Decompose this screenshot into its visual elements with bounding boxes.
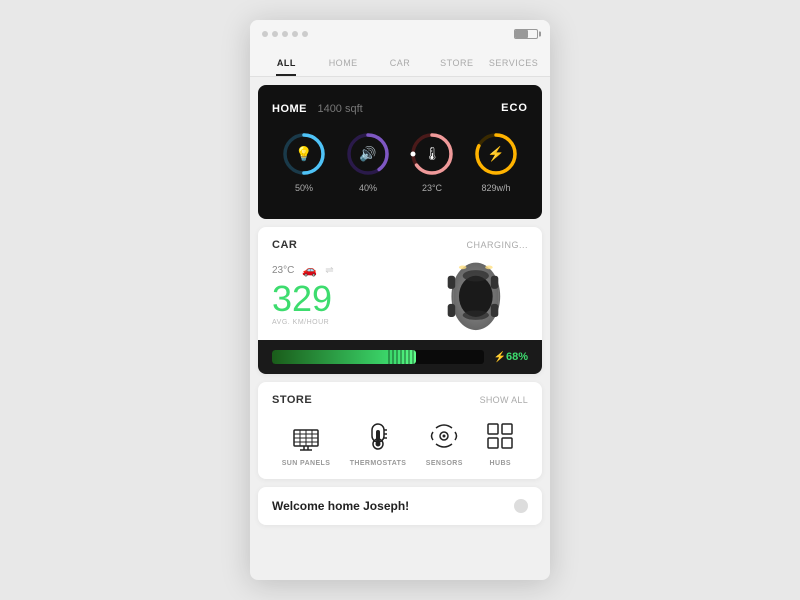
gauge-icon-temp: 🌡	[424, 146, 441, 162]
gauge-circle-sound: 🔊	[345, 131, 391, 177]
gauge-circle-light: 💡	[281, 131, 327, 177]
battery-bar-track	[272, 350, 484, 364]
home-title-row: HOME 1400 sqft	[272, 99, 363, 117]
charging-label: CHARGING...	[466, 240, 528, 250]
gauge-temp[interactable]: 🌡 23°C	[409, 131, 455, 193]
store-item-sensors[interactable]: SENSORS	[426, 418, 463, 467]
car-info-left: 23°C 🚗 ⇌ 329 AVG. KM/HOUR	[272, 263, 334, 326]
tab-car[interactable]: CAR	[372, 48, 429, 76]
car-speed-label: AVG. KM/HOUR	[272, 319, 334, 326]
gauge-value-sound: 40%	[359, 183, 377, 193]
battery-bar-fill	[272, 350, 416, 364]
gauges-row: 💡 50% 🔊 40%	[272, 131, 528, 193]
car-small-icon: 🚗	[302, 263, 317, 277]
battery-icon	[514, 29, 538, 39]
gauge-value-light: 50%	[295, 183, 313, 193]
car-image-area	[418, 257, 528, 332]
sun-panels-label: SUN PANELS	[282, 460, 331, 467]
gauge-icon-energy: ⚡	[487, 146, 504, 163]
status-dot-3	[282, 31, 288, 37]
tab-services[interactable]: SERVICES	[485, 48, 542, 76]
eco-badge: ECO	[501, 102, 528, 114]
store-items-row: SUN PANELS THERMOST	[272, 418, 528, 467]
car-card: CAR CHARGING... 23°C 🚗 ⇌ 329 AVG. KM/HOU…	[258, 227, 542, 374]
sensors-label: SENSORS	[426, 460, 463, 467]
gauge-circle-energy: ⚡	[473, 131, 519, 177]
status-bar	[250, 20, 550, 48]
car-temp-row: 23°C 🚗 ⇌	[272, 263, 334, 277]
status-dot-2	[272, 31, 278, 37]
tab-store[interactable]: STORE	[428, 48, 485, 76]
car-speed-value: 329	[272, 281, 334, 317]
sun-panels-icon	[288, 418, 324, 454]
battery-percent: ⚡68%	[494, 351, 528, 363]
show-all-button[interactable]: SHOW ALL	[480, 395, 528, 405]
home-card-header: HOME 1400 sqft ECO	[272, 99, 528, 117]
store-item-sun-panels[interactable]: SUN PANELS	[282, 418, 331, 467]
gauge-icon-light: 💡	[295, 146, 312, 163]
welcome-bar: Welcome home Joseph!	[258, 487, 542, 525]
car-share-icon: ⇌	[325, 265, 333, 276]
store-label: STORE	[272, 394, 312, 406]
hubs-label: HUBS	[490, 460, 511, 467]
status-dot-1	[262, 31, 268, 37]
gauge-value-temp: 23°C	[422, 183, 442, 193]
store-item-thermostats[interactable]: THERMOSTATS	[350, 418, 407, 467]
car-label: CAR	[272, 239, 297, 251]
gauge-icon-sound: 🔊	[359, 146, 376, 163]
car-temperature: 23°C	[272, 265, 294, 276]
gauge-energy[interactable]: ⚡ 829w/h	[473, 131, 519, 193]
car-card-top: CAR CHARGING... 23°C 🚗 ⇌ 329 AVG. KM/HOU…	[258, 227, 542, 340]
car-info-row: 23°C 🚗 ⇌ 329 AVG. KM/HOUR	[272, 257, 528, 332]
battery-bolt-icon: ⚡	[494, 352, 506, 363]
home-card: HOME 1400 sqft ECO 💡 50%	[258, 85, 542, 219]
gauge-value-energy: 829w/h	[481, 183, 510, 193]
sensors-icon	[426, 418, 462, 454]
phone-frame: ALL HOME CAR STORE SERVICES HOME 1400 sq…	[250, 20, 550, 580]
status-dot-4	[292, 31, 298, 37]
welcome-dot[interactable]	[514, 499, 528, 513]
nav-tabs: ALL HOME CAR STORE SERVICES	[250, 48, 550, 77]
store-header: STORE SHOW ALL	[272, 394, 528, 406]
gauge-light[interactable]: 💡 50%	[281, 131, 327, 193]
car-svg	[418, 257, 528, 332]
gauge-circle-temp: 🌡	[409, 131, 455, 177]
welcome-text: Welcome home Joseph!	[272, 499, 409, 513]
store-card: STORE SHOW ALL	[258, 382, 542, 479]
car-card-header: CAR CHARGING...	[272, 239, 528, 251]
home-title: HOME	[272, 103, 307, 115]
scroll-content: HOME 1400 sqft ECO 💡 50%	[250, 77, 550, 580]
home-sqft: 1400 sqft	[317, 103, 362, 115]
tab-all[interactable]: ALL	[258, 48, 315, 76]
store-item-hubs[interactable]: HUBS	[482, 418, 518, 467]
gauge-sound[interactable]: 🔊 40%	[345, 131, 391, 193]
tab-home[interactable]: HOME	[315, 48, 372, 76]
status-dot-5	[302, 31, 308, 37]
thermostats-icon	[360, 418, 396, 454]
status-dots	[262, 31, 308, 37]
thermostats-label: THERMOSTATS	[350, 460, 407, 467]
hubs-icon	[482, 418, 518, 454]
battery-bar-section: ⚡68%	[258, 340, 542, 374]
battery-fill	[515, 30, 528, 38]
